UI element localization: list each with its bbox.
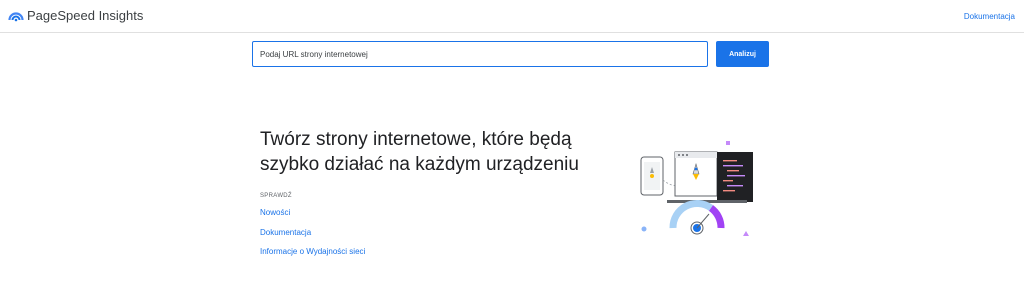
devices-speed-gauge-illustration bbox=[640, 141, 753, 236]
headline-line-1: Twórz strony internetowe, które będą bbox=[260, 129, 572, 150]
analyze-button[interactable]: Analizuj bbox=[716, 41, 769, 67]
headline-line-2: szybko działać na każdym urządzeniu bbox=[260, 154, 579, 175]
url-input[interactable] bbox=[252, 41, 708, 67]
link-web-performance-info[interactable]: Informacje o Wydajności sieci bbox=[260, 247, 365, 256]
link-documentation[interactable]: Dokumentacja bbox=[260, 228, 311, 237]
documentation-link[interactable]: Dokumentacja bbox=[964, 12, 1015, 21]
check-section-label: SPRAWDŹ bbox=[260, 193, 292, 199]
pagespeed-logo-icon[interactable] bbox=[8, 9, 24, 23]
link-whats-new[interactable]: Nowości bbox=[260, 208, 290, 217]
top-bar: PageSpeed Insights Dokumentacja bbox=[0, 0, 1024, 33]
app-title[interactable]: PageSpeed Insights bbox=[27, 8, 143, 23]
page-headline: Twórz strony internetowe, które będą szy… bbox=[260, 127, 620, 177]
